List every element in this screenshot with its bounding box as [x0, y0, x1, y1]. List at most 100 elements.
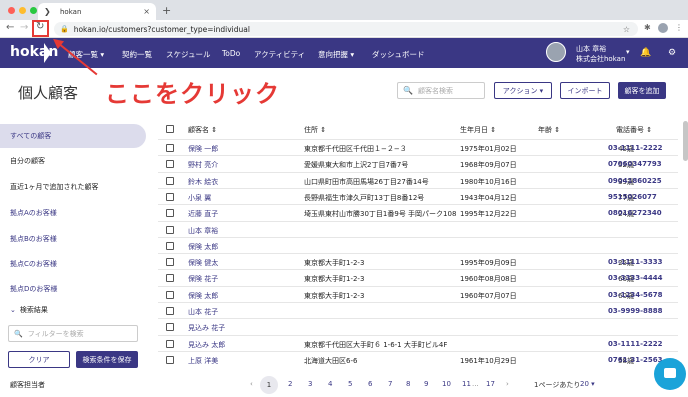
page-button[interactable]: 8	[406, 380, 410, 388]
table-row[interactable]: 近藤 直子 埼玉県東村山市勝30丁目1番9号 手岡パーク108 1995年12月22…	[158, 204, 678, 220]
sidebar-item-assignee[interactable]: 顧客担当者	[0, 373, 146, 397]
user-menu-chevron-icon[interactable]: ▾	[626, 48, 630, 56]
row-checkbox[interactable]	[166, 144, 174, 152]
customer-phone-link[interactable]: 08016272340	[608, 209, 662, 217]
browser-tab[interactable]: ❯ hokan ×	[38, 3, 156, 20]
table-row[interactable]: 鈴木 絵衣 山口県町田市高田馬場26丁目27番14号 1980年10月16日 39歳 0…	[158, 171, 678, 188]
table-scrollbar[interactable]	[683, 121, 688, 161]
customer-name-link[interactable]: 山本 花子	[188, 307, 218, 317]
user-avatar[interactable]	[546, 42, 566, 62]
new-tab-button[interactable]: +	[162, 4, 171, 17]
row-checkbox[interactable]	[166, 192, 174, 201]
table-row[interactable]: 保険 太郎 東京都大手町1-2-3 1960年07月07日 60歳 03-1234-56…	[158, 285, 678, 302]
add-customer-button[interactable]: 顧客を追加	[618, 82, 666, 99]
profile-avatar-icon[interactable]	[658, 23, 668, 33]
extensions-icon[interactable]: ✱	[644, 23, 651, 32]
customer-phone-link[interactable]: 03-9999-8888	[608, 307, 663, 315]
row-checkbox[interactable]	[166, 258, 174, 267]
page-button[interactable]: 2	[288, 380, 292, 388]
sidebar-item-base-c[interactable]: 拠点Cのお客様	[0, 252, 146, 276]
nav-schedule[interactable]: スケジュール	[166, 49, 210, 60]
table-row[interactable]: 保険 一郎 東京都千代田区千代田１−２−３ 1975年01月02日 45歳 03-111…	[158, 139, 678, 155]
row-checkbox[interactable]	[166, 323, 174, 332]
page-button[interactable]: 6	[368, 380, 372, 388]
customer-name-link[interactable]: 保険 太郎	[188, 242, 218, 252]
customer-phone-link[interactable]: 9515026077	[608, 193, 657, 201]
chat-support-icon[interactable]	[654, 358, 686, 390]
forward-icon[interactable]: →	[20, 22, 28, 33]
address-bar[interactable]: 🔒 hokan.io/customers?customer_type=indiv…	[54, 22, 638, 36]
row-checkbox[interactable]	[166, 274, 174, 283]
row-checkbox[interactable]	[166, 176, 174, 185]
row-checkbox[interactable]	[166, 241, 174, 250]
customer-name-link[interactable]: 見込み 花子	[188, 323, 225, 333]
clear-button[interactable]: クリア	[8, 351, 70, 368]
header-birthday[interactable]: 生年月日 ⇕	[460, 125, 496, 135]
page-button[interactable]: 10	[442, 380, 451, 388]
sidebar-item-all[interactable]: すべての顧客	[0, 124, 146, 148]
per-page-select[interactable]: 20 ▾	[580, 380, 595, 388]
row-checkbox[interactable]	[166, 290, 174, 299]
table-row[interactable]: 野村 亮介 愛媛県東大和市上沢2丁目7番7号 1968年09月07日 52歳 07060…	[158, 155, 678, 171]
customer-name-link[interactable]: 保険 健太	[188, 258, 218, 268]
header-age[interactable]: 年齢 ⇕	[538, 125, 560, 135]
sidebar-item-mine[interactable]: 自分の顧客	[0, 149, 146, 173]
nav-activity[interactable]: アクティビティ	[254, 49, 305, 60]
import-button[interactable]: インポート	[560, 82, 610, 99]
table-row[interactable]: 保険 花子 東京都大手町1-2-3 1960年08月08日 60歳 03-3333-44…	[158, 269, 678, 285]
row-checkbox[interactable]	[166, 355, 174, 364]
page-button[interactable]: 5	[348, 380, 352, 388]
table-row[interactable]: 山本 章裕	[158, 220, 678, 237]
table-row[interactable]: 山本 花子 03-9999-8888	[158, 302, 678, 318]
table-row[interactable]: 小泉 翼長野県福生市津久戸町13丁目8番12号 1943年04月12日 77歳 951…	[158, 187, 678, 204]
table-row[interactable]: 上原 洋美 北海道大田区6-6 1961年10月29日 58歳 0761-31-2563	[158, 350, 678, 367]
customer-phone-link[interactable]: 09041860225	[608, 177, 662, 185]
filter-search-input[interactable]: 🔍 フィルターを検索	[8, 325, 138, 342]
customer-name-link[interactable]: 野村 亮介	[188, 160, 218, 170]
save-search-button[interactable]: 検索条件を保存	[76, 351, 138, 368]
customer-phone-link[interactable]: 03-1111-2222	[608, 144, 663, 152]
nav-dashboard[interactable]: ダッシュボード	[372, 49, 425, 60]
page-button[interactable]: 9	[424, 380, 428, 388]
table-row[interactable]: 保険 健太 東京都大手町1-2-3 1995年09月09日 25歳 03-1111-33…	[158, 253, 678, 269]
page-button[interactable]: 17	[486, 380, 495, 388]
sidebar-item-base-b[interactable]: 拠点Bのお客様	[0, 227, 146, 251]
header-address[interactable]: 住所 ⇕	[304, 125, 326, 135]
back-icon[interactable]: ←	[6, 22, 14, 33]
search-results-toggle[interactable]: ⌄ 検索結果	[0, 298, 146, 322]
nav-todo[interactable]: ToDo	[222, 49, 240, 58]
customer-phone-link[interactable]: 03-1111-3333	[608, 258, 663, 266]
row-checkbox[interactable]	[166, 225, 174, 234]
row-checkbox[interactable]	[166, 307, 174, 315]
page-button[interactable]: 4	[328, 380, 332, 388]
header-phone[interactable]: 電話番号 ⇕	[616, 125, 652, 135]
customer-name-link[interactable]: 鈴木 絵衣	[188, 177, 218, 187]
sidebar-item-recent[interactable]: 直近1ヶ月で追加された顧客	[0, 175, 146, 199]
customer-phone-link[interactable]: 0761-31-2563	[608, 356, 663, 364]
tab-close-icon[interactable]: ×	[143, 7, 150, 16]
customer-phone-link[interactable]: 03-1234-5678	[608, 291, 663, 299]
customer-name-link[interactable]: 近藤 直子	[188, 209, 218, 219]
customer-name-link[interactable]: 保険 一郎	[188, 144, 218, 154]
close-window-button[interactable]	[8, 7, 15, 14]
browser-menu-icon[interactable]: ⋮	[675, 23, 683, 32]
row-checkbox[interactable]	[166, 339, 174, 348]
customer-phone-link[interactable]: 03-1111-2222	[608, 340, 663, 348]
table-row[interactable]: 見込み 花子	[158, 318, 678, 334]
table-row[interactable]: 保険 太郎	[158, 236, 678, 253]
bookmark-star-icon[interactable]: ☆	[623, 25, 630, 34]
reload-icon[interactable]: ↻	[36, 21, 44, 32]
settings-gear-icon[interactable]: ⚙	[668, 48, 676, 58]
nav-contracts[interactable]: 契約一覧	[122, 49, 152, 60]
customer-name-link[interactable]: 保険 花子	[188, 274, 218, 284]
page-button[interactable]: 11	[462, 380, 471, 388]
select-all-checkbox[interactable]	[166, 125, 174, 133]
customer-name-link[interactable]: 山本 章裕	[188, 226, 218, 236]
maximize-window-button[interactable]	[30, 7, 37, 14]
customer-name-link[interactable]: 保険 太郎	[188, 291, 218, 301]
header-name[interactable]: 顧客名 ⇕	[188, 125, 217, 135]
table-row[interactable]: 見込み 太郎 東京都千代田区大手町６ 1-6-1 大手町ビル4F 03-1111-2…	[158, 334, 678, 351]
customer-phone-link[interactable]: 07060347793	[608, 160, 662, 168]
user-info[interactable]: 山本 章裕 株式会社hokan	[576, 44, 625, 64]
customer-search-input[interactable]: 🔍 顧客名検索	[397, 82, 485, 99]
